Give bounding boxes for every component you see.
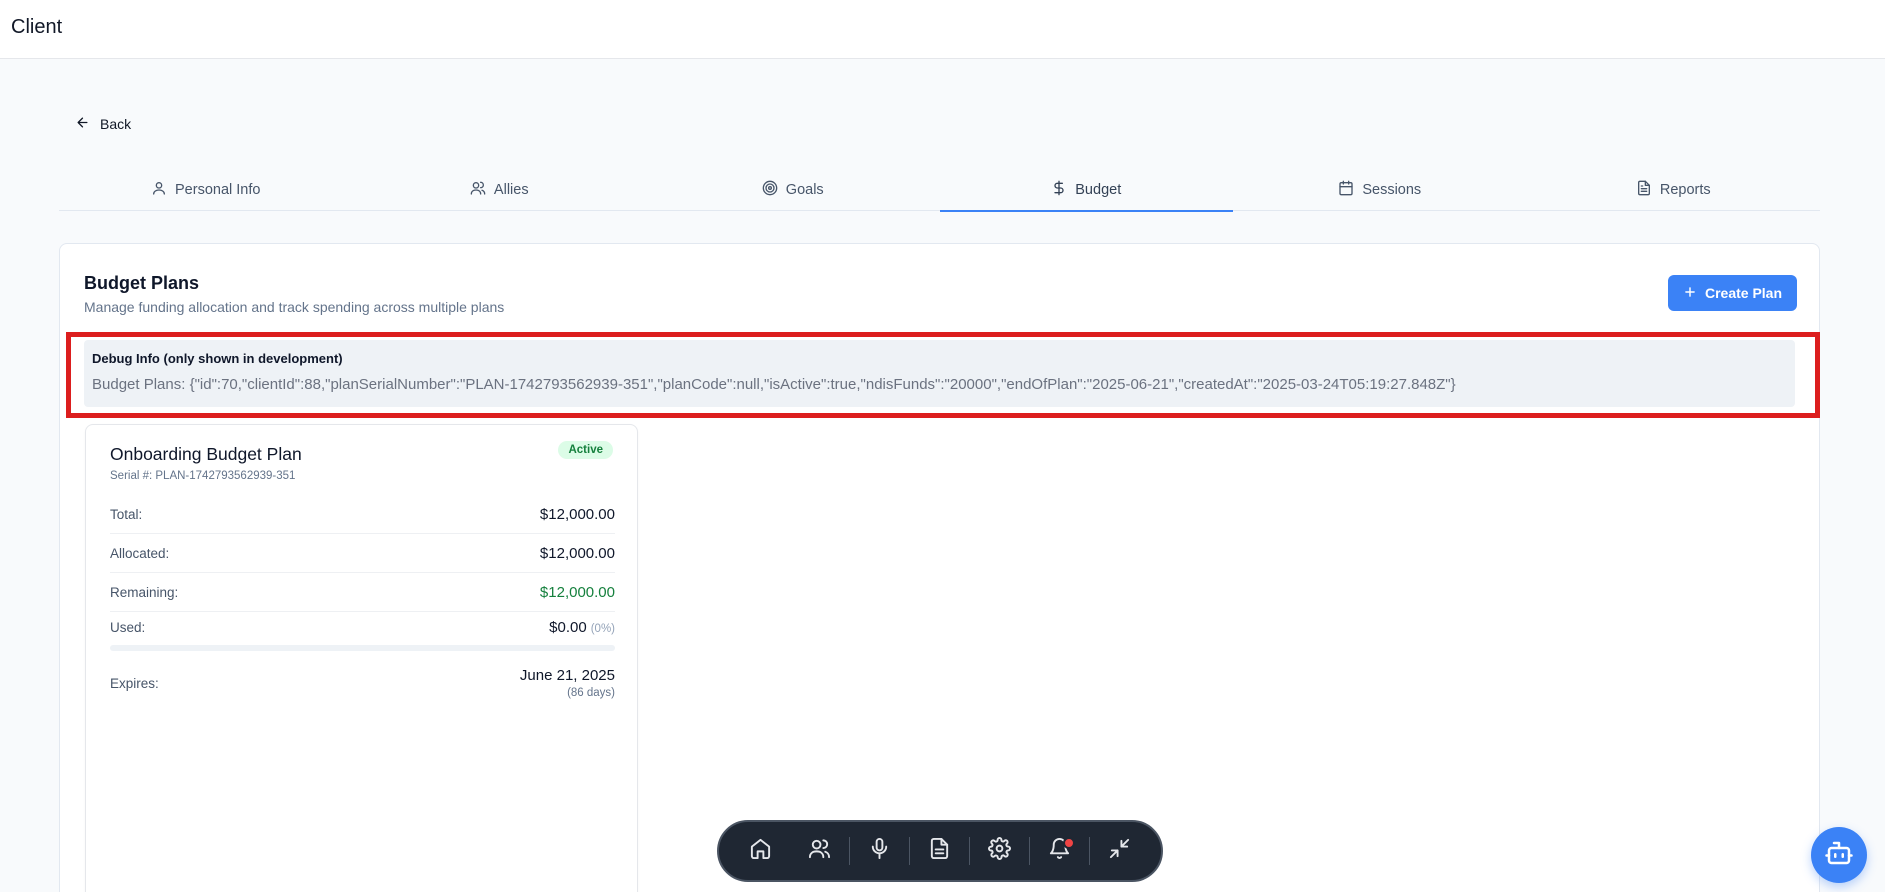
allocated-row: Allocated: $12,000.00 <box>110 534 615 573</box>
dock-document-button[interactable] <box>910 828 969 874</box>
dock-settings-button[interactable] <box>970 828 1029 874</box>
used-percent: (0%) <box>590 622 615 635</box>
used-progress-bar <box>110 645 615 651</box>
tab-label: Personal Info <box>175 182 261 198</box>
expires-days: (86 days) <box>567 687 615 699</box>
tab-bar: Personal Info Allies Goals Budget Sessio… <box>59 170 1821 212</box>
dock-home-button[interactable] <box>731 828 790 874</box>
tab-label: Allies <box>493 182 529 198</box>
expires-row: Expires: June 21, 2025 (86 days) <box>110 653 615 713</box>
dock-microphone-button[interactable] <box>850 828 909 874</box>
settings-icon <box>988 837 1011 865</box>
allocated-value: $12,000.00 <box>539 544 615 562</box>
expires-info: June 21, 2025 (86 days) <box>520 667 615 699</box>
users-icon <box>808 837 831 865</box>
assistant-bot-button[interactable] <box>1811 827 1867 883</box>
target-icon <box>762 180 778 200</box>
remaining-value: $12,000.00 <box>539 583 615 601</box>
tab-label: Goals <box>785 182 824 198</box>
plan-name: Onboarding Budget Plan <box>110 444 302 464</box>
calendar-icon <box>1338 180 1354 200</box>
back-button[interactable]: Back <box>75 115 131 133</box>
dock-users-button[interactable] <box>790 828 849 874</box>
minimize-icon <box>1108 837 1131 865</box>
tab-reports[interactable]: Reports <box>1527 170 1821 210</box>
status-badge: Active <box>558 441 613 459</box>
tab-sessions[interactable]: Sessions <box>1233 170 1527 210</box>
total-value: $12,000.00 <box>539 505 615 523</box>
user-icon <box>151 180 167 200</box>
used-row: Used: $0.00 (0%) <box>110 612 615 642</box>
used-value-wrap: $0.00 (0%) <box>549 619 615 636</box>
create-plan-button[interactable]: Create Plan <box>1668 275 1797 311</box>
create-plan-label: Create Plan <box>1704 285 1783 301</box>
dock-notifications-button[interactable] <box>1030 828 1089 874</box>
total-row: Total: $12,000.00 <box>110 495 615 534</box>
microphone-icon <box>868 837 891 865</box>
budget-subtitle: Manage funding allocation and track spen… <box>84 299 505 315</box>
plan-serial: Serial #: PLAN-1742793562939-351 <box>110 470 296 482</box>
dollar-icon <box>1051 180 1067 200</box>
bot-icon <box>1824 838 1854 873</box>
budget-title: Budget Plans <box>84 273 200 293</box>
home-icon <box>749 837 772 865</box>
document-icon <box>928 837 951 865</box>
debug-panel: Debug Info (only shown in development) B… <box>84 340 1795 407</box>
expires-date: June 21, 2025 <box>519 667 615 684</box>
tab-personal-info[interactable]: Personal Info <box>59 170 353 210</box>
app-title: Client <box>11 16 63 38</box>
tab-goals[interactable]: Goals <box>646 170 940 210</box>
tab-budget[interactable]: Budget <box>939 170 1234 212</box>
tab-allies[interactable]: Allies <box>353 170 647 210</box>
back-label: Back <box>100 116 132 132</box>
arrow-left-icon <box>75 115 90 133</box>
bottom-dock <box>717 820 1163 882</box>
plan-card[interactable]: Onboarding Budget Plan Serial #: PLAN-17… <box>85 424 638 892</box>
remaining-label: Remaining: <box>110 584 179 600</box>
tab-label: Sessions <box>1362 182 1422 198</box>
file-icon <box>1636 180 1652 200</box>
tab-label: Budget <box>1075 182 1122 198</box>
remaining-row: Remaining: $12,000.00 <box>110 573 615 612</box>
debug-text: Budget Plans: {"id":70,"clientId":88,"pl… <box>92 376 1456 393</box>
notification-dot <box>1063 837 1076 849</box>
total-label: Total: <box>110 506 143 522</box>
allocated-label: Allocated: <box>110 545 170 561</box>
used-value: $0.00 <box>549 618 587 636</box>
users-icon <box>470 180 486 200</box>
dock-minimize-button[interactable] <box>1090 828 1149 874</box>
tab-label: Reports <box>1659 182 1711 198</box>
top-bar: Client <box>0 0 1885 59</box>
expires-label: Expires: <box>110 675 159 691</box>
used-label: Used: <box>110 619 146 635</box>
plus-icon <box>1683 285 1697 302</box>
debug-title: Debug Info (only shown in development) <box>92 351 343 366</box>
